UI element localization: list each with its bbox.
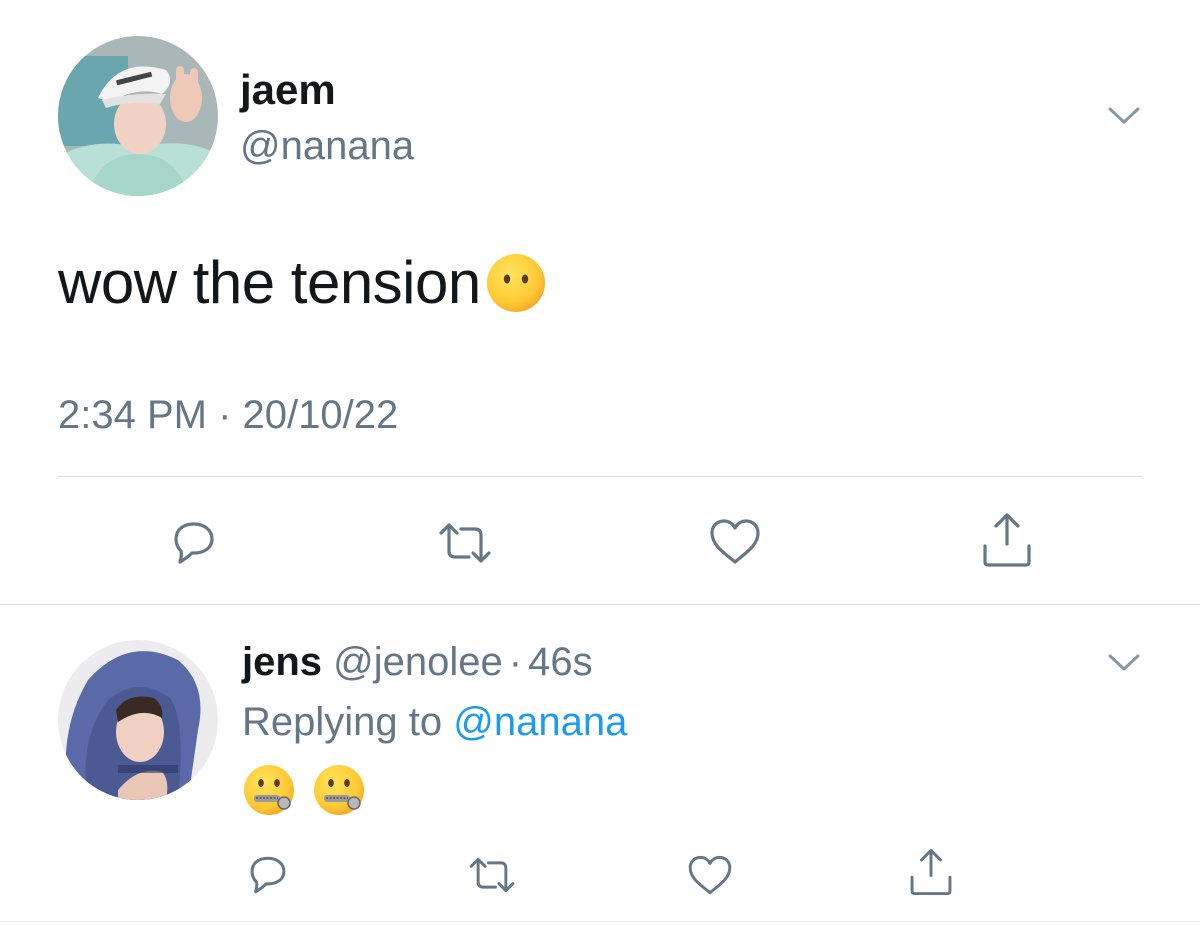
reply-icon[interactable] [166,515,222,571]
display-name[interactable]: jaem [240,66,336,114]
chevron-down-icon[interactable] [1106,647,1142,677]
zipper-mouth-face-icon [312,763,366,822]
retweet-icon[interactable] [435,517,495,569]
chevron-down-icon[interactable] [1106,100,1142,130]
like-icon[interactable] [684,851,736,899]
zipper-mouth-face-icon [242,763,296,822]
reply-text [242,763,366,822]
tweet-text-content: wow the tension [58,249,481,316]
divider [58,476,1142,477]
like-icon[interactable] [706,515,764,569]
reply-header: jens @jenolee · 46s [242,640,593,685]
avatar[interactable] [58,36,218,196]
neutral-face-icon [485,252,547,314]
user-handle[interactable]: @jenolee [333,640,503,684]
reply-tweet[interactable]: jens @jenolee · 46s Replying to @nanana [0,605,1200,926]
replying-to: Replying to @nanana [242,700,627,745]
retweet-icon[interactable] [465,851,519,899]
reply-icon[interactable] [244,851,292,899]
user-handle[interactable]: @nanana [240,124,414,169]
share-icon[interactable] [904,845,958,899]
tweet-text: wow the tension [58,248,547,317]
tweet-time[interactable]: 46s [528,640,593,684]
tweet-timestamp[interactable]: 2:34 PM · 20/10/22 [58,393,398,438]
replying-to-label: Replying to [242,700,454,744]
divider [0,921,1200,922]
separator-dot: · [508,640,523,684]
avatar[interactable] [58,640,218,800]
replying-to-handle-link[interactable]: @nanana [453,700,627,744]
main-tweet: jaem @nanana wow the tension 2:34 PM · 2… [0,0,1200,604]
share-icon[interactable] [978,510,1036,570]
display-name[interactable]: jens [242,640,322,684]
